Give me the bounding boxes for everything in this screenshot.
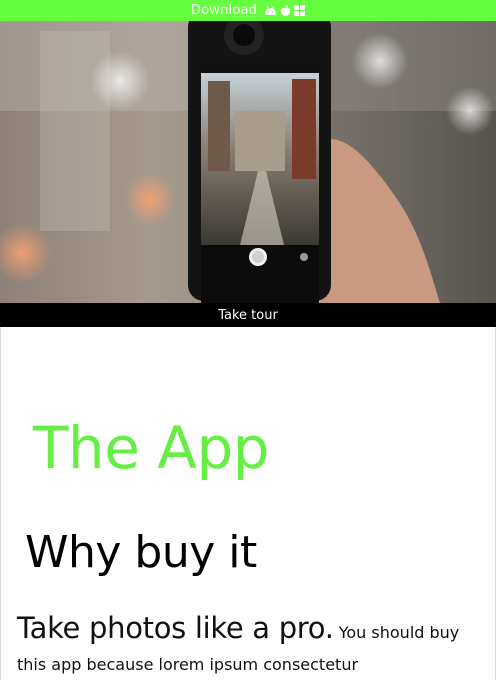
platform-icons	[264, 5, 306, 17]
hero-image	[0, 21, 496, 303]
download-bar[interactable]: Download	[0, 0, 496, 21]
apple-icon	[281, 5, 291, 16]
take-tour-button[interactable]: Take tour	[0, 303, 496, 327]
lead-text: Take photos like a pro.	[17, 611, 334, 645]
take-tour-label[interactable]: Take tour	[218, 308, 278, 323]
hero-photo	[0, 21, 496, 303]
why-buy-heading: Why buy it	[25, 527, 257, 578]
download-label[interactable]: Download	[191, 3, 257, 18]
android-icon	[265, 5, 277, 15]
app-title: The App	[33, 414, 270, 482]
description-paragraph: Take photos like a pro. You should buy t…	[17, 612, 477, 680]
windows-icon	[294, 5, 306, 16]
